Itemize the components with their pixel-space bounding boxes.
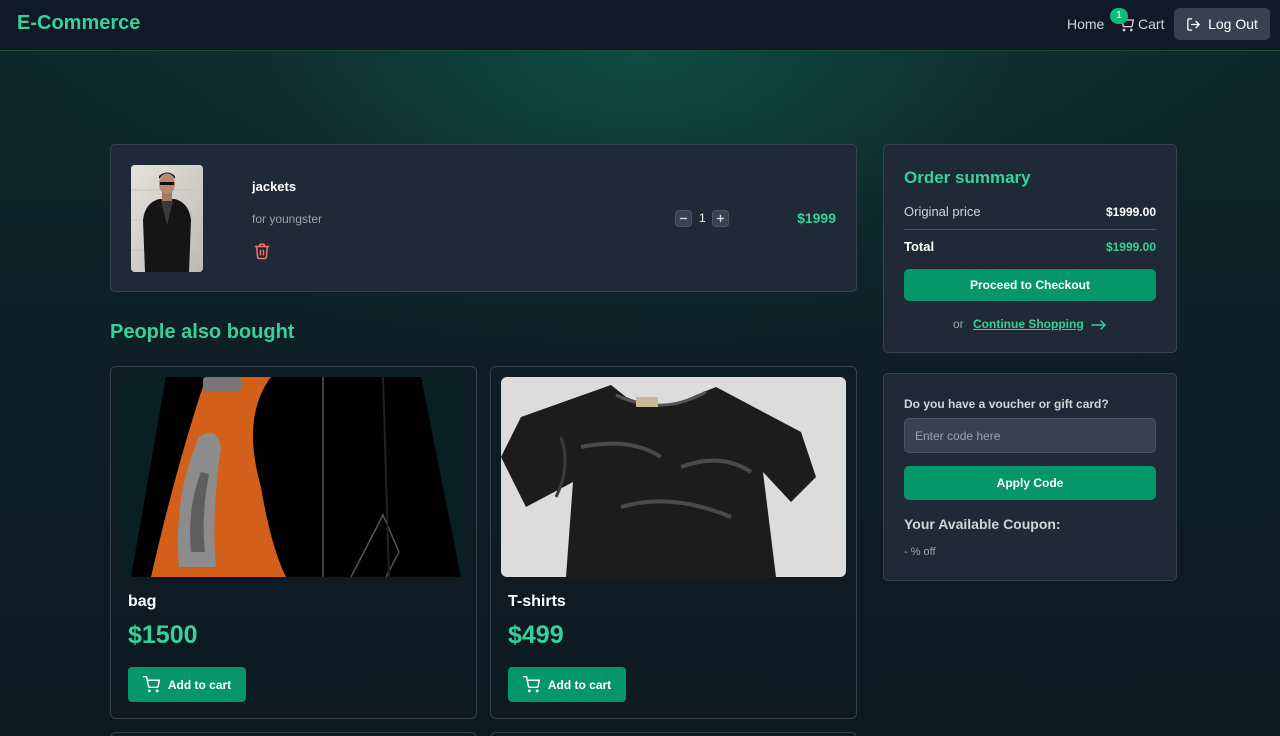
or-text: or (952, 317, 964, 331)
recommendations-title: People also bought (110, 321, 295, 343)
continue-shopping-row: or Continue Shopping (884, 317, 1176, 331)
product-card-peek (490, 732, 857, 736)
increase-quantity-button[interactable] (712, 210, 729, 227)
product-name: T-shirts (508, 593, 566, 610)
cart-count-badge: 1 (1110, 8, 1128, 24)
logout-icon (1187, 17, 1200, 31)
summary-divider (904, 229, 1156, 230)
cart-icon (522, 676, 540, 693)
product-image-jacket[interactable] (131, 165, 203, 272)
minus-icon (679, 217, 688, 220)
trash-icon[interactable] (253, 241, 271, 261)
proceed-to-checkout-button[interactable]: Proceed to Checkout (904, 269, 1156, 301)
voucher-panel: Do you have a voucher or gift card? Appl… (883, 373, 1177, 581)
total-label: Total (904, 239, 935, 254)
original-price-label: Original price (904, 204, 981, 219)
cart-item-price: $1999 (797, 210, 836, 226)
quantity-value: 1 (699, 211, 706, 225)
voucher-code-input[interactable] (904, 418, 1156, 453)
logout-label: Log Out (1208, 16, 1258, 32)
add-to-cart-label: Add to cart (547, 677, 612, 692)
cart-item-description: for youngster (252, 212, 323, 226)
plus-icon (716, 214, 725, 223)
cart-item: jackets for youngster 1 $1999 (110, 144, 857, 292)
product-price: $499 (508, 621, 564, 649)
order-summary-title: Order summary (904, 168, 1031, 187)
apply-code-button[interactable]: Apply Code (904, 466, 1156, 500)
navbar: E-Commerce Home Cart 1 Log Out (0, 0, 1280, 51)
product-card: bag $1500 Add to cart (110, 366, 477, 719)
decrease-quantity-button[interactable] (675, 210, 692, 227)
add-to-cart-label: Add to cart (167, 677, 232, 692)
product-image-tshirt[interactable] (501, 377, 846, 577)
product-card: T-shirts $499 Add to cart (490, 366, 857, 719)
product-price: $1500 (128, 621, 198, 649)
available-coupon-title: Your Available Coupon: (904, 516, 1061, 532)
continue-shopping-link[interactable]: Continue Shopping (973, 317, 1084, 331)
add-to-cart-button[interactable]: Add to cart (128, 667, 246, 702)
product-image-bag[interactable] (121, 377, 466, 577)
product-name: bag (128, 593, 157, 610)
cart-item-name: jackets (252, 179, 297, 194)
total-value: $1999.00 (1105, 240, 1156, 254)
logout-button[interactable]: Log Out (1174, 8, 1270, 40)
cart-icon (142, 676, 160, 693)
original-price-value: $1999.00 (1105, 205, 1156, 219)
voucher-label: Do you have a voucher or gift card? (904, 397, 1109, 411)
order-summary: Order summary Original price $1999.00 To… (883, 144, 1177, 353)
nav-cart-label: Cart (1138, 16, 1165, 32)
arrow-right-icon (1091, 320, 1106, 330)
add-to-cart-button[interactable]: Add to cart (508, 667, 626, 702)
available-coupon-value: - % off (904, 546, 936, 558)
nav-home-link[interactable]: Home (1067, 16, 1104, 32)
product-card-peek (110, 732, 477, 736)
brand-logo[interactable]: E-Commerce (17, 12, 140, 35)
